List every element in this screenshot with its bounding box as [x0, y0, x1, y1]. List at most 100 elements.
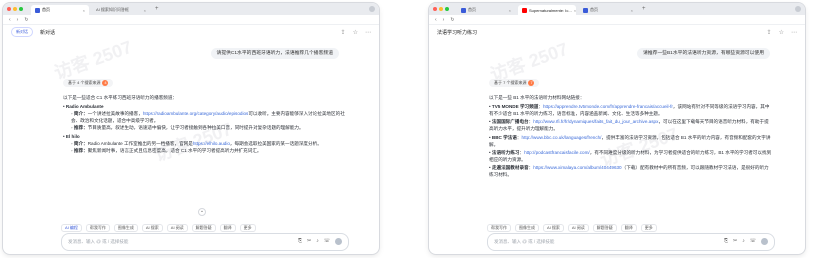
- skill-image[interactable]: 图像生成: [113, 224, 138, 233]
- skill-ai-search[interactable]: AI 搜索: [141, 224, 163, 233]
- list-item: • BBC 学法语：http://www.bbc.co.uk/languages…: [489, 134, 771, 147]
- reference-sources[interactable]: 基于 7 个搜索来源 7: [489, 79, 540, 88]
- new-tab-button[interactable]: +: [155, 6, 159, 12]
- skill-more[interactable]: 更多: [640, 224, 657, 233]
- list-item: • 法语听力练习：http://podcastfrancaisfacile.co…: [489, 149, 772, 162]
- phone-icon[interactable]: ☏: [324, 238, 330, 246]
- skill-translate[interactable]: 翻译: [219, 224, 236, 233]
- close-icon[interactable]: ×: [83, 8, 85, 13]
- share-icon[interactable]: ⇪: [341, 29, 346, 36]
- avatar[interactable]: [795, 6, 801, 12]
- user-message: 请推荐一些B1水平的法语听力资源，有哪些资源可以使用: [637, 48, 770, 60]
- user-message: 请提供C1水平的西班牙语听力，法语推荐几个播客频道: [210, 48, 339, 60]
- tab-bar: 首页 × AI 搜索知识问答框 × +: [3, 3, 379, 15]
- input-placeholder: 发消息、输入 @ 或 / 选择技能: [68, 238, 129, 244]
- skill-writing[interactable]: 帮我写作: [487, 224, 511, 233]
- message-input[interactable]: 发消息、输入 @ 或 / 选择技能 ⎘ ✂ ♪ ☏: [487, 233, 775, 251]
- profile-area: [795, 6, 801, 12]
- tab-home[interactable]: 首页 ×: [457, 5, 515, 15]
- source-count-badge: 7: [528, 80, 535, 87]
- tab-ai-search[interactable]: AI 搜索知识问答框 ×: [92, 5, 150, 15]
- assistant-answer: 以下是一些 B1 水平的法语听力材料网站链接： • TV5 MONDE 学习频道…: [489, 94, 773, 179]
- reload-icon[interactable]: ↻: [24, 17, 28, 23]
- send-button[interactable]: [335, 238, 342, 246]
- resource-link[interactable]: http://www.bbc.co.uk/languages/french/: [522, 135, 602, 140]
- browser-window-right: 首页 × Supernaturalmente: Ic... × 首页 × + ‹ › …: [429, 3, 805, 254]
- resource-link[interactable]: http://podcastfrancaisfacile.com/: [524, 150, 590, 155]
- app-icon: [583, 7, 588, 13]
- skill-ai-reading[interactable]: AI 阅读: [567, 224, 589, 233]
- list-item: • 法国国际广播电台：http://www.rfi.fr/fr/dynamiqu…: [489, 119, 769, 132]
- skill-ai-coding[interactable]: AI 编程: [61, 224, 82, 233]
- more-icon[interactable]: ⋯: [365, 29, 371, 36]
- message-input[interactable]: 发消息、输入 @ 或 / 选择技能 ⎘ ✂ ♪ ☏: [61, 233, 349, 251]
- new-chat-button[interactable]: 新对话: [11, 27, 33, 37]
- assistant-answer: 以下是一些适合 C1 水平练习西班牙语听力的播客频道： • Radio Ambu…: [63, 94, 347, 155]
- answer-intro: 以下是一些 B1 水平的法语听力材料网站链接：: [489, 95, 585, 100]
- close-icon[interactable]: ×: [509, 8, 511, 13]
- skill-ai-search[interactable]: AI 搜索: [543, 224, 564, 233]
- tab-home-2[interactable]: 首页 ×: [579, 5, 637, 15]
- browser-window-left: 首页 × AI 搜索知识问答框 × + ‹ › ↻ 新对话 新对话 ⇪ ☆ ⋯ 访客 2…: [3, 3, 379, 254]
- list-item: • TV5 MONDE 学习频道：https://apprendre.tv5mo…: [489, 104, 770, 117]
- app-header: 新对话 新对话 ⇪ ☆ ⋯: [3, 25, 379, 39]
- answer-intro: 以下是一些适合 C1 水平练习西班牙语听力的播客频道：: [63, 95, 178, 100]
- share-icon[interactable]: ⇪: [767, 29, 772, 36]
- address-bar[interactable]: ‹ › ↻: [429, 15, 805, 25]
- attach-icon[interactable]: ⎘: [298, 238, 302, 246]
- window-controls[interactable]: [7, 7, 23, 11]
- resource-link[interactable]: http://www.rfi.fr/fr/dynamiques/faits_fa…: [533, 119, 658, 124]
- list-item: • El hilo ◦ 简介：Radio Ambulante 工作室推出的另一档…: [63, 133, 322, 153]
- close-icon[interactable]: ×: [144, 8, 146, 13]
- skill-more[interactable]: 更多: [239, 224, 256, 233]
- close-icon[interactable]: ×: [631, 8, 633, 13]
- app-icon: [35, 7, 40, 13]
- mic-icon[interactable]: ♪: [316, 238, 319, 246]
- podcast-link[interactable]: https://radioambulante.org/category/audi…: [143, 111, 248, 116]
- app-header: 法语学习听力练习 ⇪ ☆ ⋯: [429, 25, 805, 39]
- scroll-down-button[interactable]: ⌄: [198, 208, 206, 216]
- resource-link[interactable]: https://apprendre.tv5monde.com/fr/appren…: [543, 104, 673, 109]
- back-icon[interactable]: ‹: [435, 17, 437, 23]
- attach-icon[interactable]: ⎘: [724, 238, 728, 246]
- app-icon: [461, 7, 466, 13]
- phone-icon[interactable]: ☏: [750, 238, 756, 246]
- skill-ai-reading[interactable]: AI 阅读: [166, 224, 188, 233]
- tab-home[interactable]: 首页 ×: [31, 5, 89, 15]
- close-icon[interactable]: ×: [574, 8, 576, 13]
- scissors-icon[interactable]: ✂: [307, 238, 311, 246]
- youtube-icon: [522, 7, 527, 13]
- tab-bar: 首页 × Supernaturalmente: Ic... × 首页 × +: [429, 3, 805, 15]
- forward-icon[interactable]: ›: [17, 17, 19, 23]
- conversation-title: 新对话: [40, 29, 56, 36]
- collect-icon[interactable]: ☆: [779, 29, 784, 36]
- tab-youtube[interactable]: Supernaturalmente: Ic... ×: [518, 5, 576, 15]
- collect-icon[interactable]: ☆: [353, 29, 358, 36]
- list-item: • Radio Ambulante ◦ 简介：一个讲述拉美故事的播客，https…: [63, 104, 345, 131]
- skill-toolbar: 帮我写作 图像生成 AI 搜索 AI 阅读 解题答疑 翻译 更多: [487, 224, 775, 233]
- resource-link[interactable]: https://www.ximalaya.com/album/40449630: [533, 165, 621, 170]
- podcast-link[interactable]: https://elhilo.audio: [193, 141, 230, 146]
- scissors-icon[interactable]: ✂: [733, 238, 737, 246]
- avatar[interactable]: [369, 6, 375, 12]
- address-bar[interactable]: ‹ › ↻: [3, 15, 379, 25]
- reload-icon[interactable]: ↻: [450, 17, 454, 23]
- more-icon[interactable]: ⋯: [791, 29, 797, 36]
- skill-writing[interactable]: 帮我写作: [85, 224, 110, 233]
- mic-icon[interactable]: ♪: [742, 238, 745, 246]
- skill-image[interactable]: 图像生成: [515, 224, 539, 233]
- chat-content: 访客 2507 访客 2507 请推荐一些B1水平的法语听力资源，有哪些资源可以…: [429, 39, 805, 254]
- source-count-badge: 4: [102, 80, 109, 87]
- back-icon[interactable]: ‹: [9, 17, 11, 23]
- new-tab-button[interactable]: +: [642, 6, 646, 12]
- skill-translate[interactable]: 翻译: [620, 224, 637, 233]
- forward-icon[interactable]: ›: [443, 17, 445, 23]
- skill-solve[interactable]: 解题答疑: [592, 224, 617, 233]
- send-button[interactable]: [761, 238, 768, 246]
- window-controls[interactable]: [433, 7, 449, 11]
- list-item: • 走遍法国教材录音：https://www.ximalaya.com/albu…: [489, 164, 769, 178]
- skill-solve[interactable]: 解题答疑: [191, 224, 216, 233]
- reference-sources[interactable]: 基于 4 个搜索来源 4: [63, 79, 114, 88]
- input-placeholder: 发消息、输入 @ 或 / 选择技能: [494, 238, 555, 244]
- chat-content: 访客 2507 访客 2507 请提供C1水平的西班牙语听力，法语推荐几个播客频…: [3, 37, 379, 254]
